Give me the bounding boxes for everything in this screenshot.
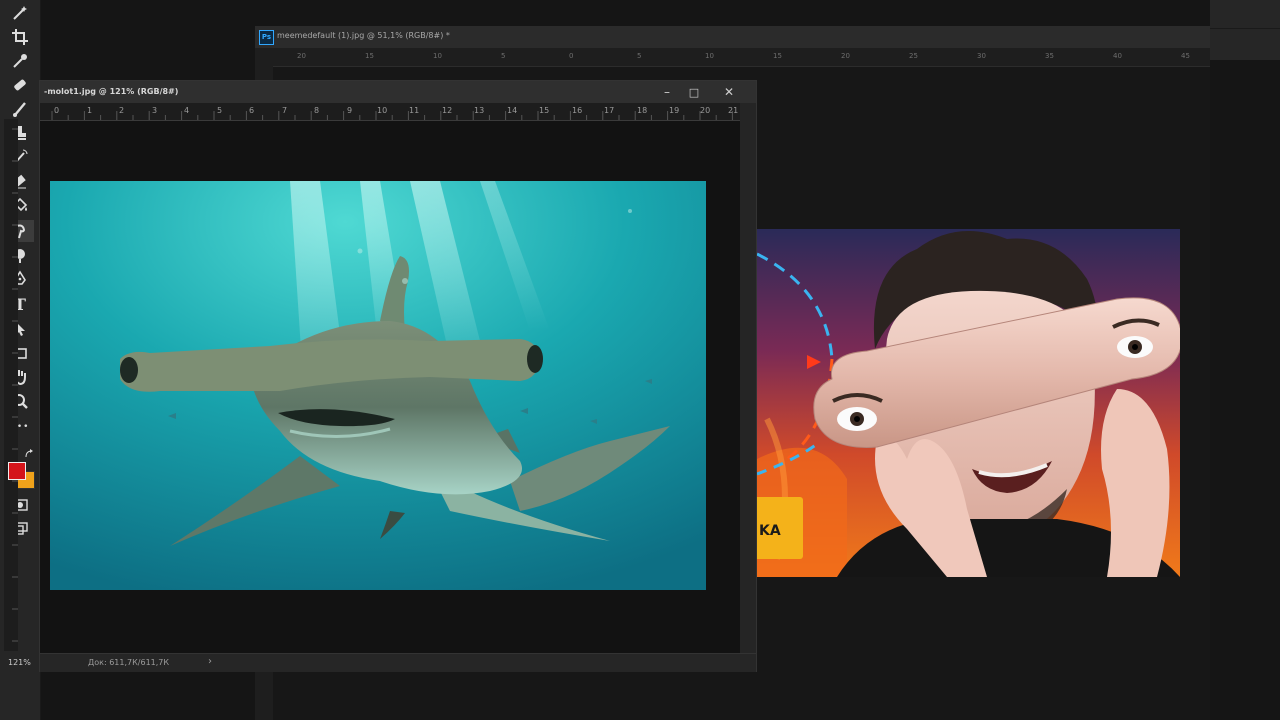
ruler-tick: 1 [87,106,93,115]
document-title: meemedefault (1).jpg @ 51,1% (RGB/8#) * [277,31,450,40]
vertical-ruler [4,119,18,651]
ruler-tick: 0 [569,52,574,60]
ruler-tick: 12 [442,106,453,115]
ruler-tick: 9 [347,106,353,115]
ruler-tick: 6 [249,106,255,115]
ruler-tick: 15 [539,106,550,115]
ruler-tick: 35 [1045,52,1054,60]
maximize-button[interactable]: □ [683,83,705,101]
ruler-tick: 19 [669,106,680,115]
zoom-level[interactable]: 121% [8,658,31,667]
ruler-tick: 20 [841,52,850,60]
ruler-tick: 20 [297,52,306,60]
ruler-tick: 14 [507,106,518,115]
horizontal-ruler: 0 1 2 3 4 5 6 7 8 9 10 11 12 13 14 15 16… [40,103,740,121]
minimize-button[interactable]: – [656,83,678,101]
ruler-tick: 8 [314,106,320,115]
ruler-tick: 3 [152,106,158,115]
horizontal-ruler: 20 15 10 5 0 5 10 15 20 25 30 35 40 45 [255,48,1210,67]
healing-brush-icon[interactable] [6,74,34,96]
magic-wand-icon[interactable] [6,2,34,24]
eyedropper-icon[interactable] [6,50,34,72]
ruler-tick: 40 [1113,52,1122,60]
crop-icon[interactable] [6,26,34,48]
close-button[interactable]: ✕ [718,83,740,101]
photoshop-icon: Ps [259,30,274,45]
brush-icon[interactable] [6,98,34,120]
panel-dock [1210,0,1280,60]
ruler-tick: 13 [474,106,485,115]
thumbnail-image: KA [757,229,1180,577]
ruler-tick: 30 [977,52,986,60]
ruler-tick: 10 [705,52,714,60]
ruler-tick: 7 [282,106,288,115]
ruler-tick: 10 [433,52,442,60]
shark-image [50,181,706,590]
ruler-tick: 5 [501,52,506,60]
ruler-tick: 20 [700,106,711,115]
document-title: -molot1.jpg @ 121% (RGB/8#) [44,87,179,96]
status-bar: 121% Док: 611,7К/611,7К › [8,653,756,672]
document-size-info: Док: 611,7К/611,7К [88,658,170,667]
document-tab[interactable]: Ps meemedefault (1).jpg @ 51,1% (RGB/8#)… [255,26,1210,49]
ruler-tick: 5 [217,106,223,115]
vertical-scrollbar[interactable] [740,103,756,653]
ruler-tick: 4 [184,106,190,115]
ruler-tick: 16 [572,106,583,115]
badge-label: KA [759,523,781,539]
ruler-tick: 11 [409,106,420,115]
ruler-tick: 5 [637,52,642,60]
status-menu-arrow[interactable]: › [208,656,212,667]
ruler-tick: 21 [728,106,739,115]
document-titlebar[interactable]: -molot1.jpg @ 121% (RGB/8#) – □ ✕ [40,81,756,103]
ruler-tick: 25 [909,52,918,60]
ruler-tick: 15 [365,52,374,60]
ruler-tick: 17 [604,106,615,115]
foreground-color-swatch[interactable] [8,462,26,480]
ruler-tick: 10 [377,106,388,115]
swap-colors-icon[interactable] [24,444,34,458]
ruler-tick: 18 [637,106,648,115]
ruler-tick: 0 [54,106,60,115]
ruler-tick: 45 [1181,52,1190,60]
ruler-tick: 15 [773,52,782,60]
ruler-tick: 2 [119,106,125,115]
